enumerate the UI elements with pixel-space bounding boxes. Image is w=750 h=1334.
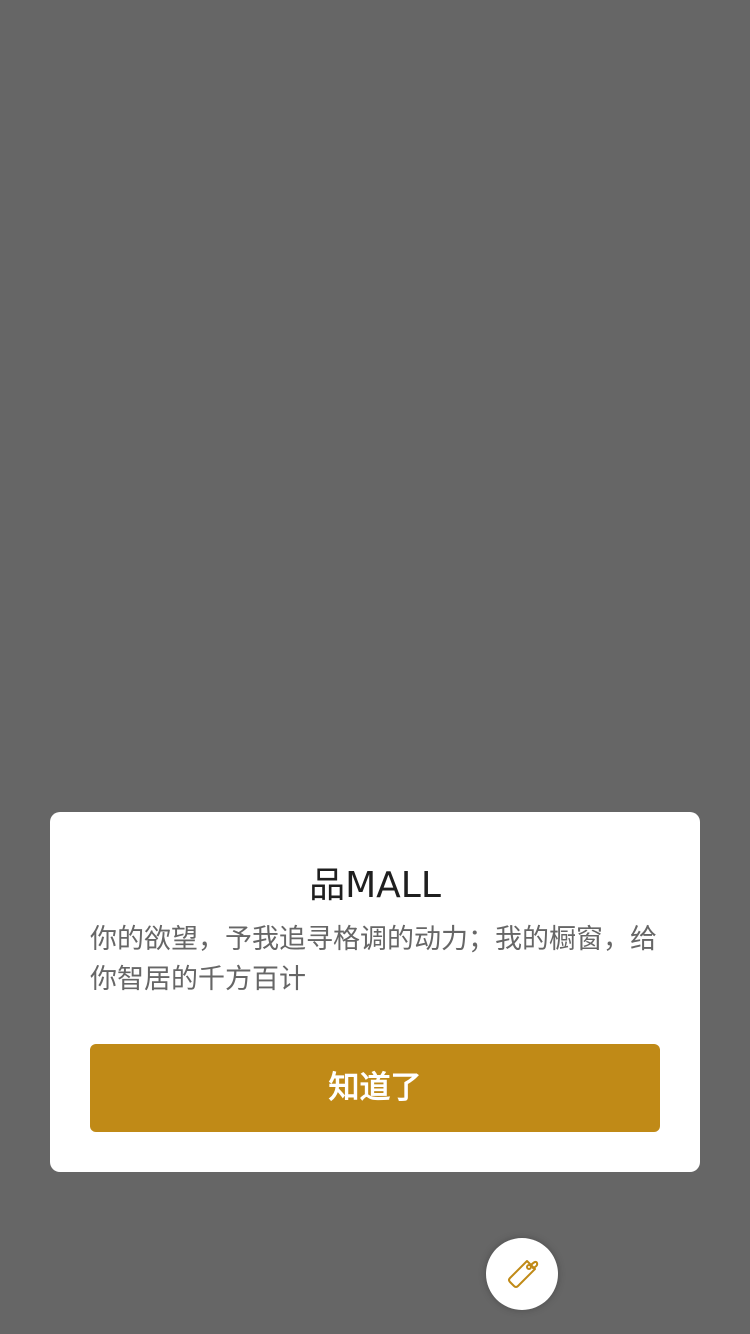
welcome-dialog: 品MALL 你的欲望，予我追寻格调的动力；我的橱窗，给你智居的千方百计 知道了 [50, 812, 700, 1172]
dialog-description: 你的欲望，予我追寻格调的动力；我的橱窗，给你智居的千方百计 [90, 924, 657, 995]
price-tag-icon [508, 1260, 539, 1288]
tag-floating-button[interactable] [486, 1238, 558, 1310]
confirm-button[interactable]: 知道了 [90, 1044, 660, 1132]
dialog-title: 品MALL [309, 865, 441, 906]
